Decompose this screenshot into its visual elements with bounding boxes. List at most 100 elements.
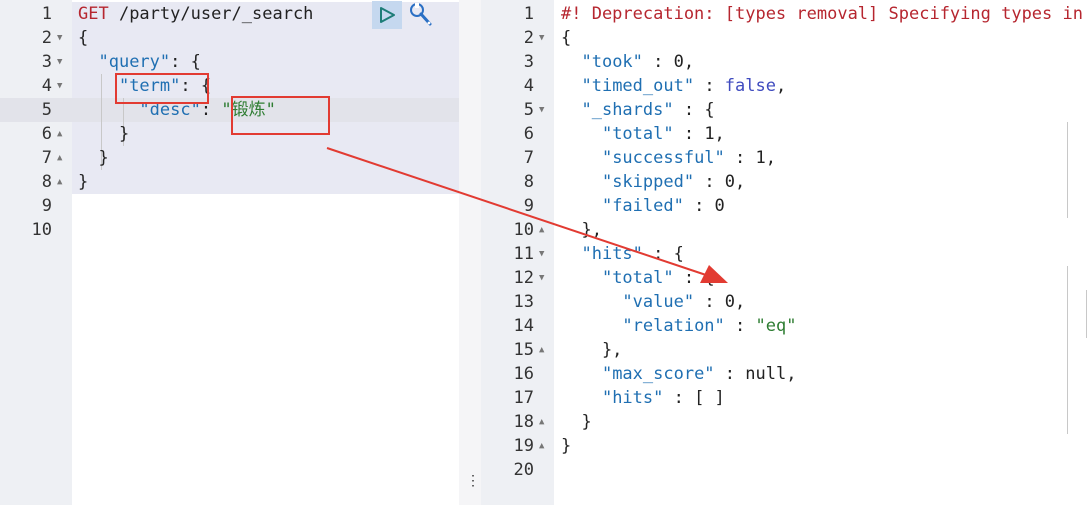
line-number: 3 bbox=[41, 52, 52, 72]
code-token: , bbox=[775, 76, 787, 96]
code-token: { bbox=[78, 28, 89, 48]
response-line: 15 ▲ }, bbox=[481, 338, 1091, 362]
fold-expand-icon[interactable]: ▲ bbox=[57, 170, 62, 194]
code-text: "hits" : { bbox=[561, 242, 684, 266]
request-line: 7 ▲ } bbox=[0, 146, 459, 170]
code-text: "relation" : "eq" bbox=[561, 314, 796, 338]
code-text: }, bbox=[561, 218, 601, 242]
line-number: 9 bbox=[41, 196, 52, 216]
request-editor[interactable]: 1 GET /party/user/_search 2 ▼{3 ▼ "query": {… bbox=[0, 0, 459, 505]
line-number: 5 bbox=[523, 100, 534, 120]
fold-collapse-icon[interactable]: ▼ bbox=[57, 50, 62, 74]
code-token: "relation" bbox=[622, 316, 725, 336]
response-line: 8 "skipped" : 0, bbox=[481, 170, 1091, 194]
code-text: "value" : 0, bbox=[561, 290, 745, 314]
line-number: 14 bbox=[513, 316, 534, 336]
response-line: 5 ▼ "_shards" : { bbox=[481, 98, 1091, 122]
fold-collapse-icon[interactable]: ▼ bbox=[57, 26, 62, 50]
code-token: } bbox=[561, 436, 572, 456]
line-number: 4 bbox=[41, 76, 52, 96]
line-number: 6 bbox=[523, 124, 534, 144]
code-token: : { bbox=[673, 100, 715, 120]
fold-expand-icon[interactable]: ▲ bbox=[539, 218, 544, 242]
run-request-button[interactable] bbox=[372, 1, 402, 29]
request-line: 9 bbox=[0, 194, 459, 218]
response-line: 6 "total" : 1, bbox=[481, 122, 1091, 146]
code-text: "took" : 0, bbox=[561, 50, 694, 74]
code-token: } bbox=[561, 412, 592, 432]
code-token: "total" bbox=[601, 268, 674, 288]
fold-expand-icon[interactable]: ▲ bbox=[539, 338, 544, 362]
fold-expand-icon[interactable]: ▲ bbox=[57, 146, 62, 170]
code-token: : { bbox=[642, 244, 684, 264]
response-line: 19 ▲} bbox=[481, 434, 1091, 458]
code-token: #! Deprecation: [types removal] Specifyi… bbox=[561, 4, 1083, 24]
fold-collapse-icon[interactable]: ▼ bbox=[539, 266, 544, 290]
response-line: 12 ▼ "total" : { bbox=[481, 266, 1091, 290]
line-number: 19 bbox=[513, 436, 534, 456]
code-text: "failed" : 0 bbox=[561, 194, 725, 218]
code-token: "_shards" bbox=[581, 100, 674, 120]
code-token: "query" bbox=[98, 52, 171, 72]
response-line: 11 ▼ "hits" : { bbox=[481, 242, 1091, 266]
code-text: "hits" : [ ] bbox=[561, 386, 725, 410]
request-line: 8 ▲} bbox=[0, 170, 459, 194]
code-token: : 1, bbox=[724, 148, 776, 168]
code-token: : 0, bbox=[642, 52, 695, 72]
response-line: 13 "value" : 0, bbox=[481, 290, 1091, 314]
line-number: 1 bbox=[523, 4, 534, 24]
request-line: 6 ▲ } bbox=[0, 122, 459, 146]
code-token: "failed" bbox=[601, 196, 684, 216]
code-text: GET /party/user/_search bbox=[78, 2, 313, 26]
line-number: 17 bbox=[513, 388, 534, 408]
line-number: 1 bbox=[41, 4, 52, 24]
fold-collapse-icon[interactable]: ▼ bbox=[57, 74, 62, 98]
line-number: 5 bbox=[41, 100, 52, 120]
code-token: "timed_out" bbox=[581, 76, 695, 96]
response-line: 20 bbox=[481, 458, 1091, 482]
line-number: 9 bbox=[523, 196, 534, 216]
code-text: "timed_out" : false, bbox=[561, 74, 786, 98]
code-token: /party/user/_search bbox=[108, 4, 314, 24]
code-text: "_shards" : { bbox=[561, 98, 715, 122]
code-token: : { bbox=[673, 268, 715, 288]
code-token: } bbox=[78, 124, 130, 144]
code-token: } bbox=[78, 172, 89, 192]
code-token: "hits" bbox=[581, 244, 643, 264]
code-text: } bbox=[561, 434, 571, 458]
response-viewer[interactable]: 1 #! Deprecation: [types removal] Specify… bbox=[481, 0, 1091, 505]
fold-collapse-icon[interactable]: ▼ bbox=[539, 26, 544, 50]
line-number: 13 bbox=[513, 292, 534, 312]
term-highlight-box bbox=[115, 73, 209, 104]
code-token: : bbox=[694, 76, 725, 96]
code-token: "skipped" bbox=[601, 172, 695, 192]
wrench-icon[interactable] bbox=[408, 2, 434, 28]
pane-resize-handle[interactable]: ⋮ bbox=[459, 0, 481, 505]
response-line: 18 ▲ } bbox=[481, 410, 1091, 434]
code-token: "eq" bbox=[755, 316, 797, 336]
response-line: 3 "took" : 0, bbox=[481, 50, 1091, 74]
line-number: 11 bbox=[513, 244, 534, 264]
code-token: : 0 bbox=[683, 196, 725, 216]
line-number: 10 bbox=[513, 220, 534, 240]
line-number: 20 bbox=[513, 460, 534, 480]
fold-collapse-icon[interactable]: ▼ bbox=[539, 242, 544, 266]
code-token: "hits" bbox=[601, 388, 664, 408]
fold-collapse-icon[interactable]: ▼ bbox=[539, 98, 544, 122]
request-line: 10 bbox=[0, 218, 459, 242]
fold-expand-icon[interactable]: ▲ bbox=[539, 410, 544, 434]
code-text: "query": { bbox=[78, 50, 200, 74]
fold-expand-icon[interactable]: ▲ bbox=[57, 122, 62, 146]
fold-expand-icon[interactable]: ▲ bbox=[539, 434, 544, 458]
code-token: : 1, bbox=[673, 124, 725, 144]
response-line: 1 #! Deprecation: [types removal] Specify… bbox=[481, 2, 1091, 26]
